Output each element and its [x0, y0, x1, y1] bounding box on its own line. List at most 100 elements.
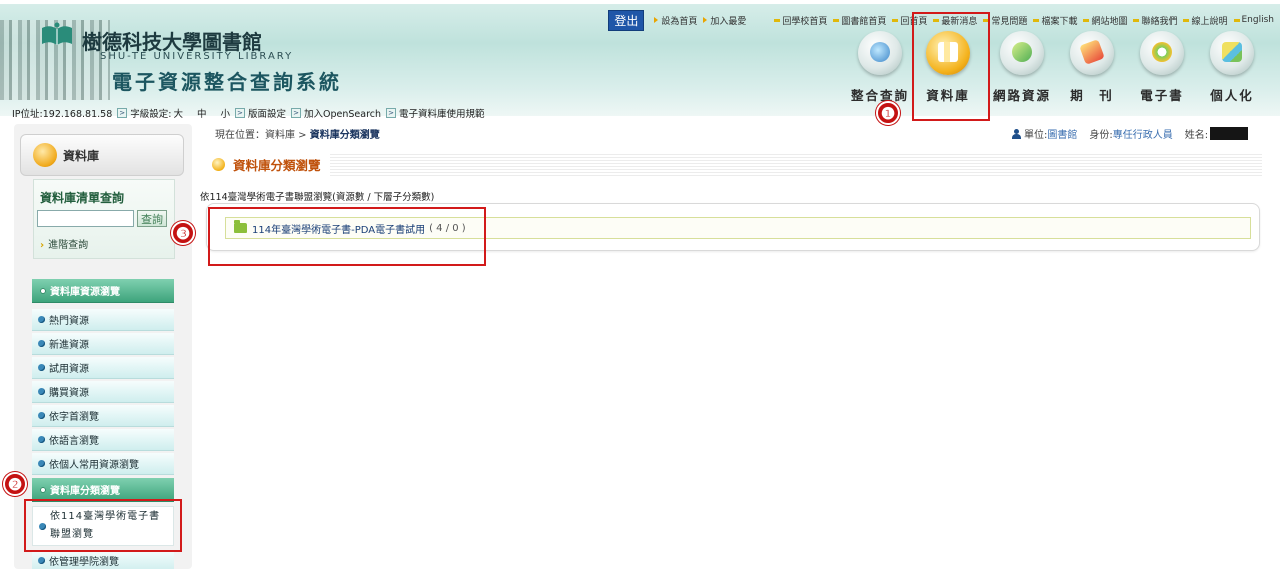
bullet-icon: [38, 316, 45, 323]
highlight-database-nav: [912, 12, 990, 121]
dash-icon: [1133, 18, 1140, 22]
arrow-icon: >: [291, 108, 301, 118]
menu-item-by-initial[interactable]: 依字首瀏覽: [32, 405, 174, 427]
main-nav: 整合查詢 資料庫 網路資源 期 刊 電子書 個人化: [844, 31, 1264, 111]
font-setting-label: 字級設定:: [130, 109, 172, 120]
sidebar-section-title: 資料庫: [63, 149, 100, 163]
section-label: 依114臺灣學術電子書聯盟瀏覽(資源數 / 下層子分類數): [200, 192, 435, 203]
util-link-school-home[interactable]: 回學校首頁: [774, 14, 827, 27]
browse-header: 資料庫資源瀏覽: [32, 279, 174, 303]
bullet-icon: [38, 460, 45, 467]
bullet-icon: [38, 364, 45, 371]
nav-label: 個人化: [1210, 88, 1254, 103]
library-name-en: SHU-TE UNIVERSITY LIBRARY: [100, 51, 294, 62]
dash-icon: [774, 18, 781, 22]
step-badge-3: ❸: [171, 221, 195, 245]
logout-button[interactable]: 登出: [608, 9, 645, 31]
nav-ebooks[interactable]: 電子書: [1130, 31, 1194, 104]
nav-label: 整合查詢: [850, 88, 909, 103]
breadcrumb-current: 資料庫分類瀏覽: [309, 130, 380, 141]
menu-item-new[interactable]: 新進資源: [32, 333, 174, 355]
bullet-icon: [38, 557, 45, 564]
nav-label: 電子書: [1140, 88, 1184, 103]
book-logo-icon: [42, 22, 72, 45]
dash-icon: [892, 18, 899, 22]
nav-integrated-search[interactable]: 整合查詢: [848, 31, 912, 104]
user-info: 單位: 圖書館 身份: 專任行政人員 姓名:: [1012, 126, 1249, 141]
arrow-icon: >: [117, 108, 128, 118]
nav-personalize[interactable]: 個人化: [1200, 31, 1264, 104]
nav-label: 期 刊: [1070, 88, 1114, 103]
util-link-download[interactable]: 檔案下載: [1033, 14, 1077, 27]
name-label: 姓名:: [1184, 130, 1209, 141]
dash-icon: [1083, 18, 1090, 22]
util-link-library-home[interactable]: 圖書館首頁: [833, 14, 886, 27]
util-link-help[interactable]: 線上說明: [1183, 14, 1228, 27]
database-query-box: 資料庫清單查詢 查詢 › 進階查詢: [33, 179, 175, 259]
heading-divider: [330, 154, 1262, 176]
user-icon: [1012, 128, 1021, 139]
bullet-icon: [38, 388, 45, 395]
opensearch-link[interactable]: 加入OpenSearch: [304, 106, 381, 120]
menu-item-trial[interactable]: 試用資源: [32, 357, 174, 379]
bullet-icon: [38, 436, 45, 443]
add-favorite-link[interactable]: 加入最愛: [703, 14, 746, 27]
arrow-icon: >: [386, 108, 397, 118]
site-header: 樹德科技大學圖書館 SHU-TE UNIVERSITY LIBRARY 電子資源…: [0, 4, 1280, 120]
system-title: 電子資源整合查詢系統: [112, 70, 342, 94]
query-title: 資料庫清單查詢: [40, 191, 125, 205]
bullet-icon: [40, 486, 46, 493]
unit-value: 圖書館: [1047, 130, 1078, 141]
layout-setting-link[interactable]: 版面設定: [248, 106, 286, 120]
breadcrumb: 現在位置：資料庫 > 資料庫分類瀏覽: [215, 126, 380, 141]
dash-icon: [1183, 18, 1190, 22]
network-resource-icon: [1000, 31, 1044, 75]
ebook-icon: [1140, 31, 1184, 75]
menu-item-management-college[interactable]: 依管理學院瀏覽: [32, 550, 174, 569]
chevron-right-icon: ›: [40, 240, 45, 251]
dash-icon: [833, 18, 840, 22]
database-icon: [33, 143, 57, 167]
page-root: 樹德科技大學圖書館 SHU-TE UNIVERSITY LIBRARY 電子資源…: [0, 0, 1280, 569]
step-badge-2: ❷: [3, 472, 27, 496]
rules-link[interactable]: 電子資料庫使用規範: [399, 106, 485, 120]
menu-item-personal-frequent[interactable]: 依個人常用資源瀏覽: [32, 453, 174, 475]
ip-settings-bar: IP位址:192.168.81.58 > 字級設定: 大 中 小 > 版面設定 …: [12, 106, 487, 120]
font-size-large[interactable]: 大: [173, 106, 183, 120]
step-badge-1: ❶: [876, 101, 900, 125]
arrow-icon: [703, 17, 708, 23]
heading-sun-icon: [212, 158, 225, 171]
database-search-input[interactable]: [37, 210, 134, 227]
page-heading: 資料庫分類瀏覽: [200, 146, 1262, 182]
menu-item-by-language[interactable]: 依語言瀏覽: [32, 429, 174, 451]
menu-item-popular[interactable]: 熱門資源: [32, 309, 174, 331]
ip-address: IP位址:192.168.81.58: [12, 109, 113, 120]
util-link-faq[interactable]: 常見問題: [983, 14, 1027, 27]
highlight-category-row: [208, 207, 486, 266]
font-size-medium[interactable]: 中: [197, 106, 207, 120]
arrow-icon: [654, 17, 659, 23]
nav-journals[interactable]: 期 刊: [1060, 31, 1124, 104]
bullet-icon: [40, 287, 46, 294]
unit-label: 單位:: [1024, 130, 1048, 141]
nav-network-resources[interactable]: 網路資源: [990, 31, 1054, 104]
highlight-consortium-menu: [24, 499, 182, 552]
dash-icon: [1233, 18, 1240, 22]
search-globe-icon: [858, 31, 902, 75]
set-homepage-link[interactable]: 設為首頁: [654, 14, 697, 27]
util-link-sitemap[interactable]: 網站地圖: [1083, 14, 1127, 27]
breadcrumb-prefix[interactable]: 現在位置：資料庫 >: [215, 130, 307, 141]
role-value: 專任行政人員: [1112, 130, 1173, 141]
masked-name: [1210, 127, 1249, 140]
util-link-english[interactable]: English: [1233, 15, 1274, 25]
journal-icon: [1070, 31, 1114, 75]
advanced-search-link[interactable]: › 進階查詢: [40, 236, 88, 251]
query-button[interactable]: 查詢: [137, 210, 167, 227]
personalize-icon: [1210, 31, 1254, 75]
nav-label: 網路資源: [992, 88, 1051, 103]
arrow-icon: >: [234, 108, 245, 118]
util-link-contact[interactable]: 聯絡我們: [1133, 14, 1177, 27]
menu-item-purchased[interactable]: 購買資源: [32, 381, 174, 403]
bullet-icon: [38, 412, 45, 419]
font-size-small[interactable]: 小: [220, 106, 230, 120]
